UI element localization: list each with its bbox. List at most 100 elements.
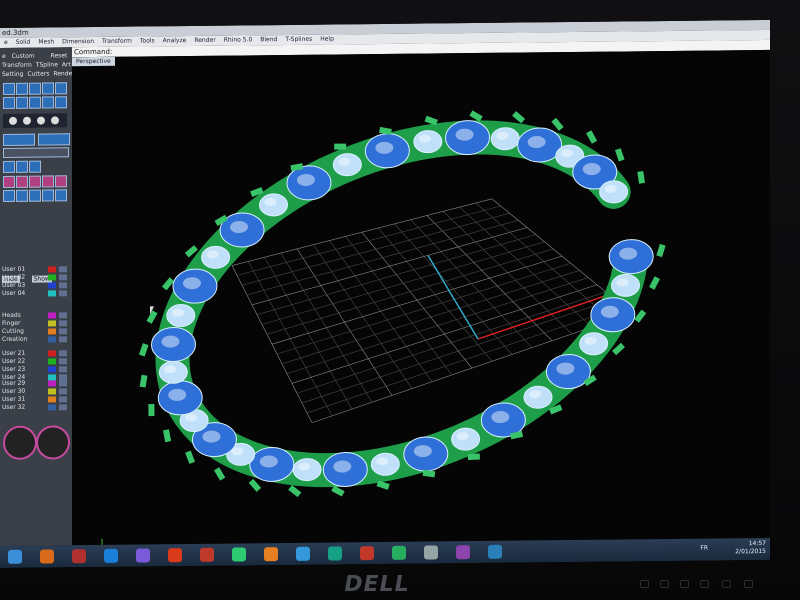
taskbar-app-icon[interactable]	[40, 549, 54, 564]
tool-icon[interactable]	[3, 175, 15, 188]
tool-icon[interactable]	[42, 175, 54, 188]
layer-color-swatch[interactable]	[48, 366, 56, 373]
tool-icon[interactable]	[3, 189, 15, 202]
menu-item[interactable]: Transform	[98, 38, 136, 45]
tool-icon[interactable]	[16, 189, 28, 202]
tool-icon[interactable]	[16, 175, 28, 188]
tool-icon[interactable]	[38, 133, 70, 146]
tool-icon[interactable]	[16, 82, 28, 95]
tool-icon[interactable]	[29, 160, 41, 173]
tool-icon[interactable]	[3, 82, 15, 95]
menu-item[interactable]: T-Splines	[281, 36, 316, 43]
tool-icon[interactable]	[3, 96, 15, 109]
taskbar-app-icon[interactable]	[456, 545, 470, 560]
layer-lock-icon[interactable]	[59, 404, 67, 411]
viewport-perspective[interactable]: Perspective	[72, 49, 770, 546]
layer-row[interactable]: Creation	[2, 335, 70, 344]
power-button[interactable]	[744, 580, 753, 588]
tool-icon[interactable]	[42, 189, 54, 202]
taskbar-app-icon[interactable]	[168, 548, 182, 563]
tab-e[interactable]: e	[2, 53, 6, 60]
layer-lock-icon[interactable]	[59, 328, 67, 335]
tool-icon[interactable]	[29, 175, 41, 188]
menu-item[interactable]: Help	[316, 35, 338, 43]
layer-color-swatch[interactable]	[48, 358, 56, 365]
tool-icon[interactable]	[3, 133, 35, 146]
layer-color-swatch[interactable]	[48, 282, 56, 289]
taskbar-app-icon[interactable]	[72, 549, 86, 564]
taskbar-app-icon[interactable]	[136, 548, 150, 563]
tab-setting[interactable]: Setting	[2, 71, 23, 78]
layer-lock-icon[interactable]	[59, 366, 67, 373]
layer-lock-icon[interactable]	[59, 396, 67, 403]
taskbar-app-icon[interactable]	[264, 547, 278, 562]
tool-icon[interactable]	[29, 82, 41, 95]
panel-tabs[interactable]: e Custom Reset	[2, 52, 70, 61]
tab-cutters[interactable]: Cutters	[27, 70, 49, 77]
ring-preview-thumbnail[interactable]	[36, 425, 70, 460]
round-gem-icon[interactable]	[51, 116, 59, 125]
taskbar-app-icon[interactable]	[104, 548, 118, 563]
round-gem-icon[interactable]	[37, 116, 45, 125]
layer-lock-icon[interactable]	[59, 336, 67, 343]
monitor-button[interactable]	[700, 580, 709, 588]
ring-preview-thumbnail[interactable]	[3, 425, 37, 460]
tab-reset[interactable]: Reset	[51, 52, 68, 59]
tab-art[interactable]: Art	[62, 61, 71, 68]
round-gem-icon[interactable]	[23, 116, 31, 125]
menu-item[interactable]: Analyze	[159, 37, 191, 44]
menu-item[interactable]: Rhino 5.0	[220, 36, 257, 43]
layer-color-swatch[interactable]	[48, 266, 56, 273]
layer-color-swatch[interactable]	[48, 396, 56, 403]
tool-icon[interactable]	[42, 96, 54, 109]
menu-item[interactable]: e	[0, 39, 12, 46]
layer-color-swatch[interactable]	[48, 336, 56, 343]
taskbar-app-icon[interactable]	[296, 546, 310, 561]
monitor-button[interactable]	[640, 580, 649, 588]
layer-color-swatch[interactable]	[48, 350, 56, 357]
layer-color-swatch[interactable]	[48, 328, 56, 335]
layer-color-swatch[interactable]	[48, 312, 56, 319]
layer-color-swatch[interactable]	[48, 388, 56, 395]
viewport-tab[interactable]: Perspective	[72, 56, 115, 67]
monitor-button[interactable]	[722, 580, 731, 588]
tool-icon[interactable]	[3, 160, 15, 173]
layer-color-swatch[interactable]	[48, 320, 56, 327]
slider[interactable]	[3, 147, 69, 158]
taskbar-app-icon[interactable]	[200, 547, 214, 562]
taskbar-app-icon[interactable]	[424, 545, 438, 560]
taskbar-app-icon[interactable]	[328, 546, 342, 561]
layer-row[interactable]: User 32	[2, 403, 70, 412]
layer-color-swatch[interactable]	[48, 274, 56, 281]
tool-icon[interactable]	[29, 189, 41, 202]
tool-tabs-row-2[interactable]: Setting Cutters Render	[2, 70, 75, 79]
layer-lock-icon[interactable]	[59, 358, 67, 365]
tool-icon[interactable]	[55, 189, 67, 202]
menu-item[interactable]: Solid	[12, 39, 35, 46]
tool-icon[interactable]	[55, 96, 67, 109]
tool-icon[interactable]	[16, 160, 28, 173]
tool-icon[interactable]	[29, 96, 41, 109]
language-indicator[interactable]: FR	[700, 545, 708, 552]
layer-lock-icon[interactable]	[59, 320, 67, 327]
layer-color-swatch[interactable]	[48, 380, 56, 387]
layer-color-swatch[interactable]	[48, 404, 56, 411]
layer-lock-icon[interactable]	[59, 350, 67, 357]
layer-lock-icon[interactable]	[59, 388, 67, 395]
monitor-button[interactable]	[680, 580, 689, 588]
taskbar-app-icon[interactable]	[392, 545, 406, 560]
taskbar-app-icon[interactable]	[232, 547, 246, 562]
layer-lock-icon[interactable]	[59, 290, 67, 297]
tab-tspline[interactable]: TSpline	[36, 61, 58, 68]
menu-item[interactable]: Dimension	[58, 38, 98, 45]
menu-item[interactable]: Mesh	[34, 38, 58, 45]
monitor-button[interactable]	[660, 580, 669, 588]
menu-item[interactable]: Tools	[136, 37, 159, 44]
taskbar-app-icon[interactable]	[8, 549, 22, 564]
taskbar-app-icon[interactable]	[488, 544, 502, 559]
tool-icon[interactable]	[16, 96, 28, 109]
gem-shape-palette[interactable]	[3, 113, 67, 128]
tool-icon[interactable]	[42, 82, 54, 95]
layer-lock-icon[interactable]	[59, 312, 67, 319]
menu-item[interactable]: Blend	[256, 36, 281, 43]
